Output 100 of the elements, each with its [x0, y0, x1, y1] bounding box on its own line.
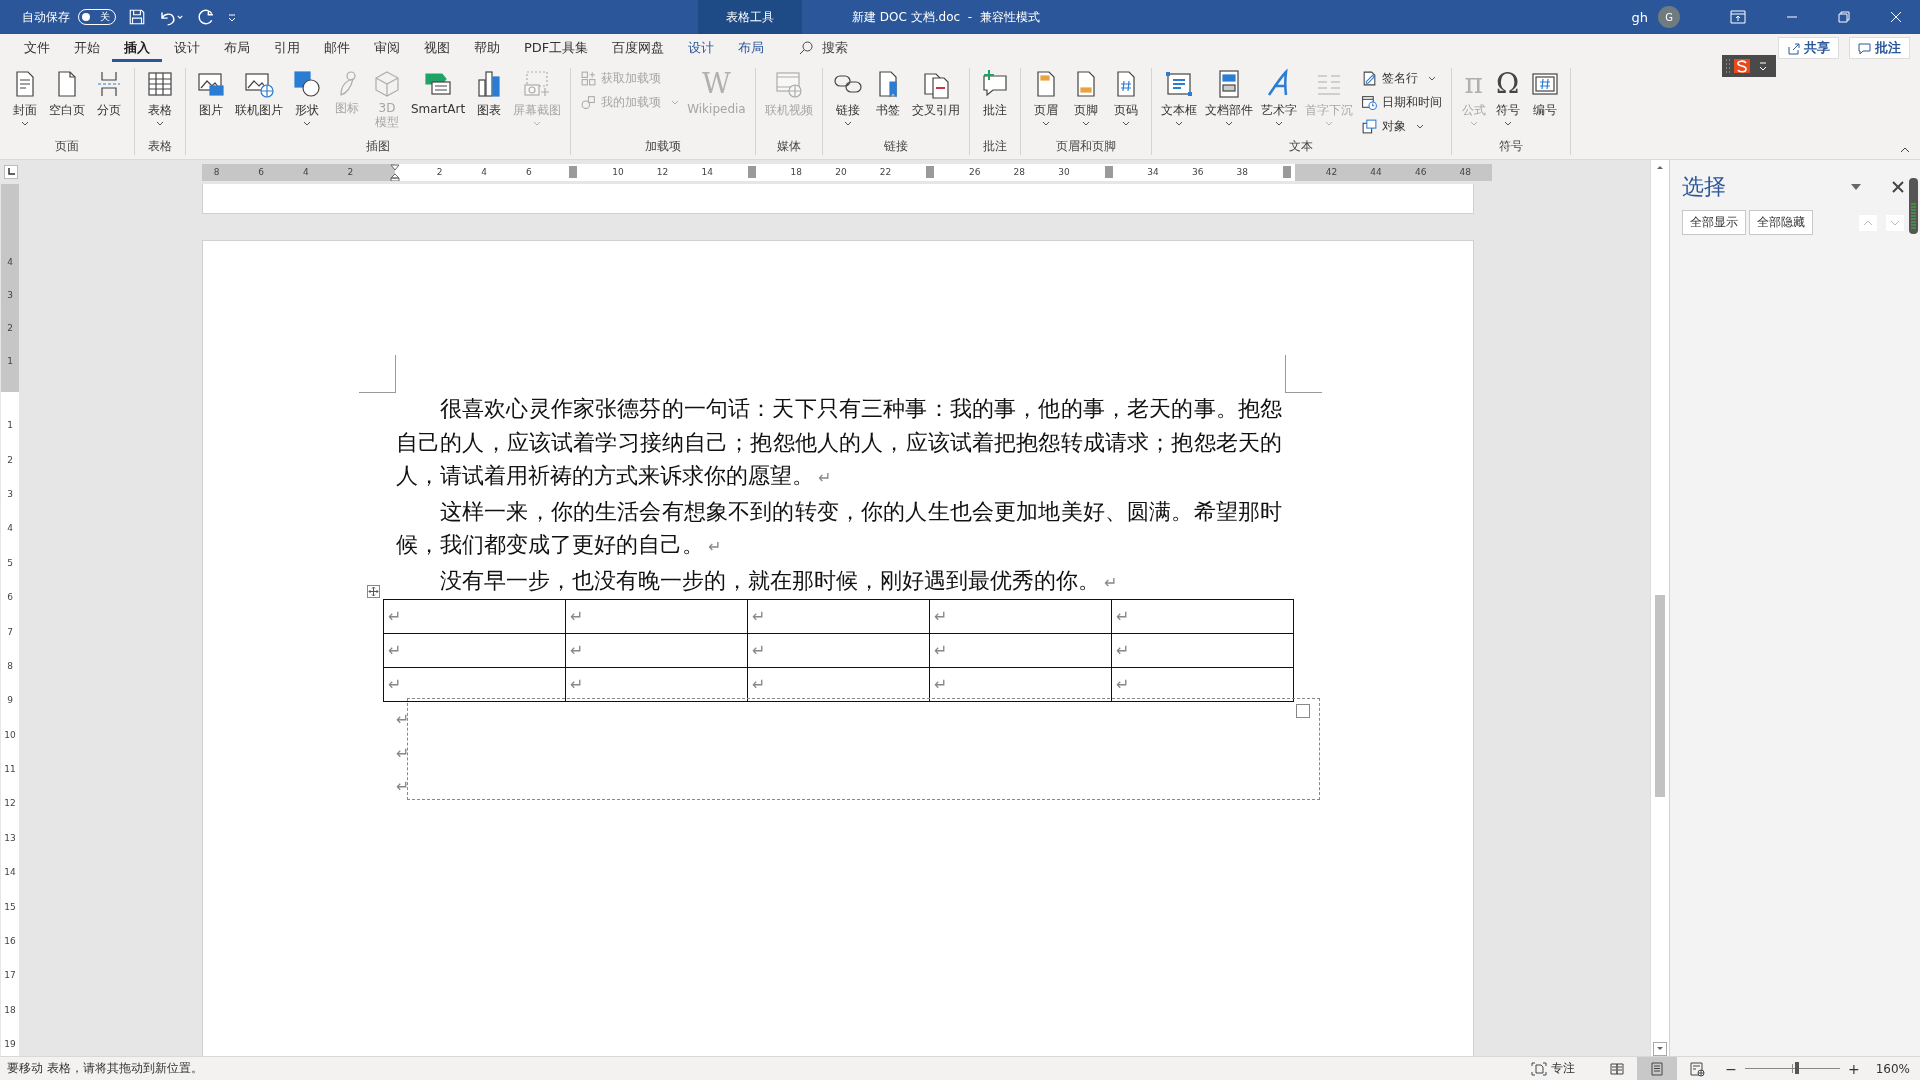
- ribbon-button[interactable]: 签名行: [1360, 68, 1442, 89]
- ribbon-button[interactable]: 交叉引用: [907, 68, 964, 119]
- caret-icon: [1041, 121, 1050, 126]
- search-icon[interactable]: [798, 40, 815, 56]
- tab-selector-icon[interactable]: [4, 165, 18, 179]
- restore-icon[interactable]: [1838, 11, 1850, 23]
- ruler-number: 10: [4, 729, 16, 740]
- omega-icon: Ω: [1496, 68, 1520, 100]
- resize-handle[interactable]: [1296, 704, 1310, 718]
- ruler-number: 18: [790, 167, 803, 177]
- cell-mark: ↵: [1116, 607, 1130, 626]
- ribbon-button[interactable]: 页脚: [1065, 68, 1106, 126]
- ribbon-button[interactable]: SmartArt: [407, 68, 470, 116]
- ribbon-button[interactable]: 日期和时间: [1360, 92, 1442, 113]
- group-label: 批注: [981, 138, 1008, 155]
- caret-icon: [1469, 121, 1478, 126]
- ribbon-button[interactable]: 批注: [974, 68, 1015, 119]
- caret-icon: [1415, 124, 1424, 129]
- ribbon-tab[interactable]: 布局: [212, 34, 262, 62]
- ribbon-tab[interactable]: 布局: [726, 34, 777, 62]
- user-avatar[interactable]: G: [1658, 6, 1680, 28]
- ribbon-button[interactable]: 页码: [1105, 68, 1146, 126]
- ribbon-tab[interactable]: 引用: [262, 34, 312, 62]
- window-title: 新建 DOC 文档.doc - 兼容性模式: [852, 8, 1040, 26]
- my-add-ins-icon: [580, 94, 598, 111]
- ribbon-button[interactable]: 艺术字: [1256, 68, 1301, 126]
- ruler-number: 1: [7, 355, 13, 366]
- ruler-number: 5: [7, 557, 13, 568]
- ribbon-tab[interactable]: 帮助: [462, 34, 512, 62]
- group-label: 页面: [54, 138, 80, 155]
- ribbon-tab[interactable]: 邮件: [312, 34, 362, 62]
- column-marker[interactable]: [926, 166, 935, 178]
- caret-icon: [1121, 121, 1130, 126]
- scroll-thumb[interactable]: [1655, 594, 1665, 797]
- ribbon-button[interactable]: 图表: [469, 68, 510, 119]
- table-move-icon[interactable]: [367, 585, 380, 598]
- column-marker[interactable]: [1282, 166, 1291, 178]
- autosave-label: 自动保存: [22, 8, 70, 26]
- ribbon-tab[interactable]: 设计: [676, 34, 727, 62]
- zoom-slider-thumb[interactable]: [1795, 1062, 1800, 1074]
- ribbon-button[interactable]: 联机图片: [231, 68, 287, 119]
- ribbon-button[interactable]: 封面: [5, 68, 45, 126]
- zoom-out-button[interactable]: −: [1725, 1060, 1737, 1077]
- vertical-scrollbar[interactable]: [1650, 160, 1669, 1056]
- ribbon-button[interactable]: 分页: [89, 68, 129, 119]
- ribbon-button[interactable]: 链接: [827, 68, 868, 126]
- column-marker[interactable]: [1104, 166, 1113, 178]
- save-icon[interactable]: [128, 8, 146, 26]
- ribbon-tab[interactable]: 开始: [62, 34, 112, 62]
- ribbon-tab[interactable]: 设计: [162, 34, 212, 62]
- redo-icon[interactable]: [196, 8, 214, 26]
- ribbon-button[interactable]: 页眉: [1025, 68, 1066, 126]
- scroll-down-icon[interactable]: [1652, 1042, 1668, 1056]
- ribbon-button[interactable]: 书签: [867, 68, 908, 119]
- ribbon-button[interactable]: 文档部件: [1200, 68, 1257, 126]
- ribbon-button[interactable]: 空白页: [45, 68, 89, 119]
- pane-scrollbar-icon[interactable]: [1909, 178, 1918, 234]
- ruler-number: 11: [4, 764, 16, 775]
- ribbon-button[interactable]: 对象: [1360, 116, 1442, 137]
- pane-button[interactable]: 全部隐藏: [1749, 210, 1813, 235]
- ribbon-button[interactable]: Ω 符号: [1490, 68, 1525, 126]
- ribbon-button[interactable]: 文本框: [1156, 68, 1201, 126]
- ime-toolbar-icon[interactable]: [1722, 55, 1776, 77]
- group-label: 文本: [1288, 138, 1315, 155]
- column-marker[interactable]: [747, 166, 756, 178]
- caret-icon: [1174, 121, 1183, 126]
- zoom-level[interactable]: 160%: [1875, 1061, 1910, 1076]
- pi-icon: π: [1464, 68, 1483, 100]
- ribbon-display-icon[interactable]: [1730, 10, 1746, 24]
- indent-marker-icon[interactable]: [390, 163, 400, 181]
- ribbon-button[interactable]: 图片: [191, 68, 231, 119]
- cell-mark: ↵: [388, 675, 402, 694]
- paragraph: 很喜欢心灵作家张德芬的一句话：天下只有三种事：我的事，他的事，老天的事。抱怨自己的人，应该试着学习接纳自己；抱怨他人的人，应该试着把抱怨转成请求；抱怨老天的人，请试着用祈祷的方式来诉求你的愿望。 ↵: [396, 395, 1282, 490]
- caret-icon: [21, 121, 29, 126]
- ruler-number: 6: [525, 167, 532, 177]
- ribbon-tab[interactable]: 百度网盘: [600, 34, 677, 62]
- comments-button[interactable]: 批注: [1849, 37, 1910, 59]
- close-icon[interactable]: [1892, 181, 1904, 193]
- pane-button[interactable]: 全部显示: [1682, 210, 1746, 235]
- ribbon-button[interactable]: 表格: [140, 68, 180, 126]
- ribbon-button[interactable]: 形状: [287, 68, 327, 126]
- share-button[interactable]: 共享: [1778, 37, 1839, 59]
- pane-options-icon[interactable]: [1850, 183, 1862, 191]
- ruler-number: 26: [969, 167, 981, 177]
- web-layout-icon: [1689, 1060, 1706, 1077]
- ribbon-tab[interactable]: PDF工具集: [512, 34, 601, 62]
- zoom-in-button[interactable]: +: [1847, 1060, 1860, 1077]
- ruler-number: 13: [4, 832, 16, 843]
- ruler-number: 4: [302, 167, 309, 177]
- collapse-ribbon-icon[interactable]: [1900, 147, 1910, 153]
- ribbon-tab[interactable]: 审阅: [362, 34, 412, 62]
- ribbon-tab[interactable]: 文件: [12, 34, 62, 62]
- column-marker[interactable]: [569, 166, 578, 178]
- ribbon-tab[interactable]: 视图: [412, 34, 462, 62]
- ruler-number: 6: [258, 167, 265, 177]
- focus-button[interactable]: 专注: [1531, 1060, 1576, 1077]
- ribbon-button[interactable]: 编号: [1524, 68, 1565, 119]
- search-label[interactable]: 搜索: [822, 39, 849, 57]
- view-button[interactable]: [1637, 1057, 1678, 1080]
- group-label: 表格: [147, 138, 173, 155]
